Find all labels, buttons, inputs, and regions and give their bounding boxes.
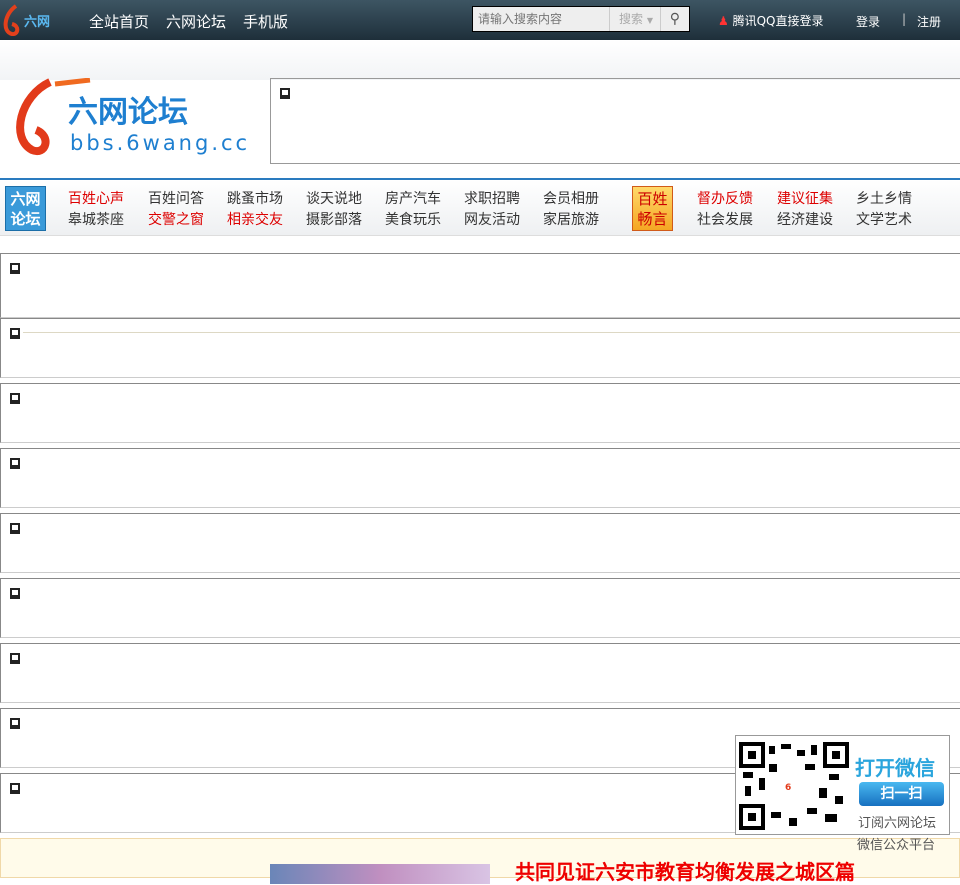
placeholder-image-icon (10, 588, 20, 599)
ad-slot[interactable] (0, 513, 960, 573)
platform-text: 微信公众平台 (857, 838, 936, 853)
category-link[interactable]: 房产汽车 (385, 188, 441, 208)
baixing-changyan-badge[interactable]: 百姓 畅言 (632, 186, 673, 231)
ad-slot[interactable] (0, 448, 960, 508)
placeholder-image-icon (10, 783, 20, 794)
placeholder-image-icon (10, 718, 20, 729)
search-input[interactable] (473, 7, 609, 31)
subscribe-text: 订阅六网论坛 (858, 816, 937, 831)
news-title[interactable]: 共同见证六安市教育均衡发展之城区篇 (515, 856, 855, 885)
placeholder-image-icon (10, 523, 20, 534)
category-link[interactable]: 督办反馈 (697, 188, 753, 208)
ad-slot[interactable] (0, 383, 960, 443)
placeholder-image-icon (10, 263, 20, 274)
forum-category-nav: 六网 论坛 百姓心声 皋城茶座 百姓问答 交警之窗 跳蚤市场 相亲交友 谈天说地 … (0, 178, 960, 236)
category-link[interactable]: 文学艺术 (856, 209, 912, 229)
news-image[interactable] (270, 864, 490, 884)
ad-slot[interactable] (0, 643, 960, 703)
category-link[interactable]: 跳蚤市场 (227, 188, 283, 208)
forum-logo[interactable]: 六网论坛 bbs.6wang.cc (10, 77, 250, 158)
top-bar: 六网 全站首页 六网论坛 手机版 搜索 ▼ ⚲ ♟ 腾讯QQ直接登录 登录 | … (0, 0, 960, 40)
category-link[interactable]: 求职招聘 (464, 188, 520, 208)
category-link[interactable]: 百姓心声 (68, 188, 124, 208)
scan-button[interactable]: 扫一扫 (859, 782, 944, 806)
search-box: 搜索 ▼ ⚲ (472, 6, 690, 32)
placeholder-image-icon (10, 328, 20, 339)
ad-slot[interactable] (0, 253, 960, 318)
category-link[interactable]: 摄影部落 (306, 209, 362, 229)
qq-login-link[interactable]: ♟ 腾讯QQ直接登录 (718, 12, 824, 29)
register-link[interactable]: 注册 (917, 13, 941, 30)
search-type-select[interactable]: 搜索 ▼ (609, 7, 660, 31)
header-band (0, 40, 960, 80)
qr-code-icon: 6 (739, 742, 849, 830)
svg-text:6: 6 (785, 783, 791, 793)
category-link[interactable]: 谈天说地 (306, 188, 362, 208)
category-link[interactable]: 美食玩乐 (385, 209, 441, 229)
qq-penguin-icon: ♟ (718, 14, 729, 28)
category-link[interactable]: 相亲交友 (227, 209, 283, 229)
placeholder-image-icon (10, 458, 20, 469)
top-ad-slot[interactable] (270, 78, 960, 164)
separator: | (902, 12, 907, 26)
category-link[interactable]: 经济建设 (777, 209, 833, 229)
wechat-open-text: 打开微信 (855, 756, 935, 780)
category-link[interactable]: 会员相册 (543, 188, 599, 208)
svg-text:六网论坛: 六网论坛 (68, 95, 188, 130)
nav-mobile[interactable]: 手机版 (243, 11, 288, 32)
qq-login-label: 腾讯QQ直接登录 (732, 14, 824, 28)
forum-badge[interactable]: 六网 论坛 (5, 186, 46, 231)
category-link[interactable]: 皋城茶座 (68, 209, 124, 229)
search-button[interactable]: ⚲ (659, 7, 689, 31)
ad-slot[interactable] (0, 318, 960, 378)
nav-home[interactable]: 全站首页 (89, 11, 149, 32)
nav-forum[interactable]: 六网论坛 (166, 11, 226, 32)
category-link[interactable]: 社会发展 (697, 209, 753, 229)
category-link[interactable]: 乡土乡情 (856, 188, 912, 208)
site-logo[interactable]: 六网 (2, 4, 70, 36)
wechat-qr-widget[interactable]: 6 打开微信 扫一扫 订阅六网论坛 (735, 735, 950, 835)
svg-text:六网: 六网 (24, 14, 50, 30)
ad-slot[interactable] (0, 578, 960, 638)
category-link[interactable]: 百姓问答 (148, 188, 204, 208)
divider (23, 332, 960, 333)
placeholder-image-icon (10, 393, 20, 404)
category-link[interactable]: 网友活动 (464, 209, 520, 229)
search-icon: ⚲ (669, 11, 681, 27)
category-link[interactable]: 家居旅游 (543, 209, 599, 229)
placeholder-image-icon (280, 88, 290, 99)
category-link[interactable]: 建议征集 (777, 188, 833, 208)
svg-text:bbs.6wang.cc: bbs.6wang.cc (70, 131, 250, 155)
category-link[interactable]: 交警之窗 (148, 209, 204, 229)
login-link[interactable]: 登录 (856, 13, 880, 30)
placeholder-image-icon (10, 653, 20, 664)
search-type-label: 搜索 (619, 12, 644, 26)
